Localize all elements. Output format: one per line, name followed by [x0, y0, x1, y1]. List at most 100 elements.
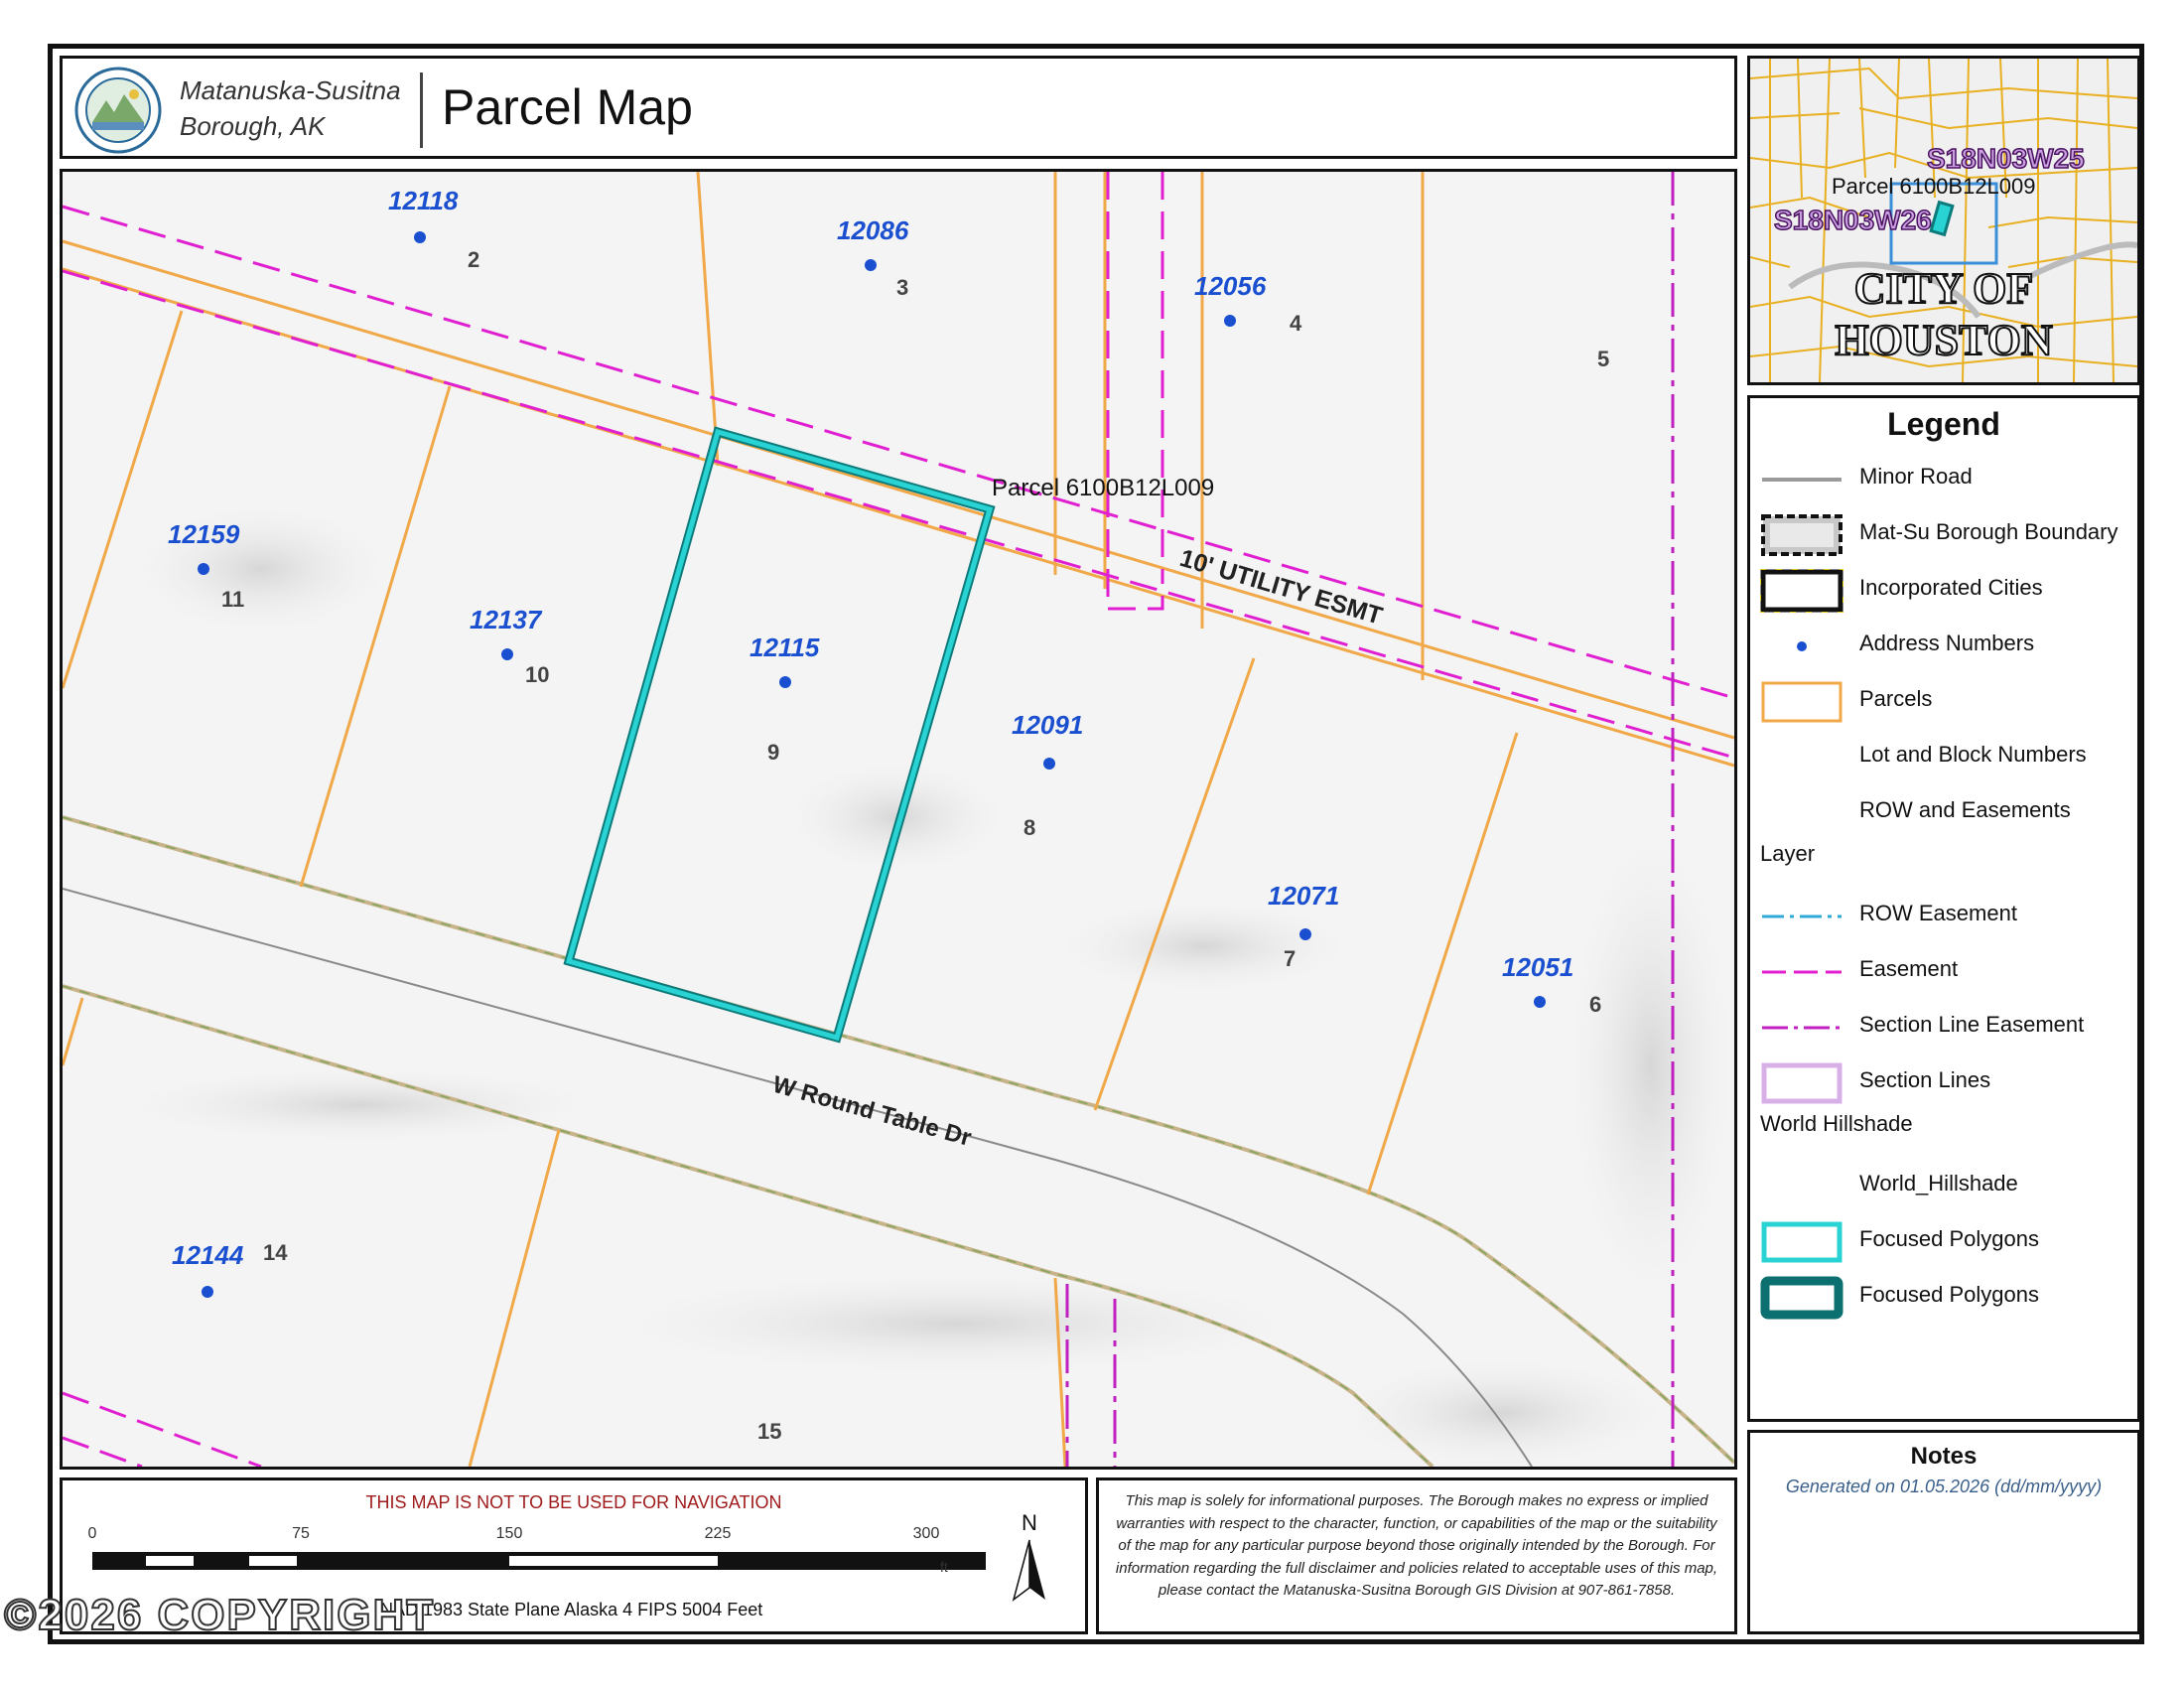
- address-label-12071: 12071: [1268, 881, 1339, 911]
- lot-label-9: 9: [767, 740, 779, 765]
- legend-label: Incorporated Cities: [1859, 575, 2043, 600]
- address-label-12091: 12091: [1012, 710, 1083, 740]
- address-dot-12144: [202, 1286, 213, 1298]
- address-dot-12051: [1534, 996, 1546, 1008]
- disclaimer-text: This map is solely for informational pur…: [1115, 1492, 1718, 1599]
- parcel-symbol: [1761, 681, 1843, 723]
- page-title: Parcel Map: [442, 79, 693, 135]
- scale-ticks: 0 75 150 225 300: [88, 1525, 940, 1542]
- legend-label: ROW Easement: [1859, 901, 2017, 925]
- address-dot-symbol: [1797, 641, 1807, 651]
- organization-name: Matanuska-Susitna Borough, AK: [180, 72, 418, 144]
- lot-label-15: 15: [757, 1419, 781, 1444]
- address-label-12144: 12144: [172, 1240, 244, 1270]
- legend-label: Parcels: [1859, 686, 1933, 711]
- scale-unit: ft: [940, 1559, 948, 1575]
- legend-item-row-easements: ROW and Easements: [1760, 787, 2133, 837]
- legend-item-row-easement: ROW Easement: [1760, 891, 2133, 940]
- address-dot-12137: [501, 648, 513, 660]
- legend-item-address-numbers: Address Numbers: [1760, 621, 2133, 670]
- legend-item-borough-boundary: Mat-Su Borough Boundary: [1760, 509, 2133, 559]
- address-label-12056: 12056: [1194, 271, 1267, 301]
- notes-title: Notes: [1910, 1443, 1978, 1470]
- inset-city-line-2: HOUSTON: [1835, 316, 2052, 364]
- title-divider: [420, 72, 423, 148]
- legend-item-section-line-easement: Section Line Easement: [1760, 1002, 2133, 1052]
- locator-inset: S18N03W25 S18N03W26 Parcel 6100B12L009 C…: [1747, 56, 2140, 385]
- legend-item-parcels: Parcels: [1760, 676, 2133, 726]
- lot-label-5: 5: [1597, 347, 1609, 371]
- legend-title: Legend: [1887, 406, 2000, 442]
- minor-road-symbol: [1762, 478, 1842, 482]
- focused-parcel-label: Parcel 6100B12L009: [992, 475, 1214, 501]
- legend-item-minor-road: Minor Road: [1760, 454, 2133, 503]
- address-label-12051: 12051: [1502, 952, 1573, 982]
- focused-polygon-cyan-symbol: [1761, 1221, 1843, 1263]
- legend-item-section-lines: Section Lines: [1760, 1057, 2133, 1107]
- legend-label: Focused Polygons: [1859, 1282, 2039, 1307]
- legend-label: Easement: [1859, 956, 1959, 981]
- lot-label-14: 14: [263, 1240, 288, 1265]
- legend-label: Lot and Block Numbers: [1859, 742, 2087, 767]
- lot-label-7: 7: [1284, 946, 1296, 971]
- address-dot-12091: [1043, 758, 1055, 770]
- address-dot-12118: [414, 231, 426, 243]
- scale-tick-75: 75: [292, 1525, 310, 1542]
- scale-tick-225: 225: [705, 1525, 732, 1542]
- lot-label-4: 4: [1290, 311, 1302, 336]
- legend-item-incorporated-cities: Incorporated Cities: [1760, 565, 2133, 615]
- legend-label: World_Hillshade: [1859, 1171, 2018, 1196]
- locator-map: S18N03W25 S18N03W26 Parcel 6100B12L009 C…: [1750, 59, 2137, 382]
- address-label-12115: 12115: [750, 633, 820, 662]
- borough-boundary-symbol: [1761, 514, 1843, 556]
- legend-item-world-hillshade: World_Hillshade: [1760, 1161, 2133, 1210]
- inset-section-a: S18N03W25: [1927, 143, 2085, 174]
- parcel-map[interactable]: 12118 12086 12056 12159 12137 12115 1209…: [63, 172, 1734, 1467]
- legend-group-hillshade: World Hillshade: [1760, 1111, 1913, 1136]
- generated-date: Generated on 01.05.2026 (dd/mm/yyyy): [1785, 1477, 2103, 1496]
- scale-tick-0: 0: [88, 1525, 97, 1542]
- scale-tick-300: 300: [913, 1525, 940, 1542]
- easement-symbol: [1762, 970, 1842, 974]
- legend-item-lot-block: Lot and Block Numbers: [1760, 732, 2133, 781]
- projection-label: NAD 1983 State Plane Alaska 4 FIPS 5004 …: [380, 1600, 763, 1619]
- legend-label: Section Lines: [1859, 1067, 1991, 1092]
- legend-label: Section Line Easement: [1859, 1012, 2085, 1037]
- legend-label: Address Numbers: [1859, 631, 2035, 655]
- lot-label-2: 2: [468, 247, 479, 272]
- legend-item-focused-cyan: Focused Polygons: [1760, 1216, 2133, 1266]
- scale-tick-150: 150: [496, 1525, 523, 1542]
- lot-label-8: 8: [1024, 815, 1035, 840]
- inset-section-b: S18N03W26: [1774, 205, 1932, 235]
- lot-label-3: 3: [896, 275, 908, 300]
- address-dot-12086: [865, 259, 877, 271]
- notes-panel: Notes Generated on 01.05.2026 (dd/mm/yyy…: [1747, 1430, 2140, 1634]
- borough-seal-logo: [74, 67, 162, 154]
- legend-label: Mat-Su Borough Boundary: [1859, 519, 2118, 544]
- legend-item-focused-teal: Focused Polygons: [1760, 1272, 2133, 1322]
- copyright-watermark: ©2026 COPYRIGHT: [3, 1590, 436, 1640]
- inset-city-line-1: CITY OF: [1854, 264, 2034, 313]
- legend-group-layer: Layer: [1760, 841, 1816, 866]
- address-label-12137: 12137: [470, 605, 543, 634]
- inset-parcel-label: Parcel 6100B12L009: [1832, 174, 2036, 199]
- section-lines-symbol: [1761, 1062, 1843, 1104]
- address-label-12159: 12159: [168, 519, 240, 549]
- address-label-12086: 12086: [837, 215, 909, 245]
- lot-label-6: 6: [1589, 992, 1601, 1017]
- org-line-1: Matanuska-Susitna: [180, 75, 401, 105]
- map-frame[interactable]: 12118 12086 12056 12159 12137 12115 1209…: [60, 169, 1737, 1470]
- row-easement-symbol: [1762, 914, 1842, 918]
- legend-item-easement: Easement: [1760, 946, 2133, 996]
- legend-label: ROW and Easements: [1859, 797, 2071, 822]
- org-line-2: Borough, AK: [180, 111, 326, 141]
- incorporated-cities-symbol: [1760, 569, 1843, 613]
- legend-label: Focused Polygons: [1859, 1226, 2039, 1251]
- north-label: N: [1022, 1510, 1037, 1535]
- address-dot-12159: [198, 563, 209, 575]
- address-dot-12071: [1299, 928, 1311, 940]
- disclaimer-panel: This map is solely for informational pur…: [1096, 1477, 1737, 1634]
- legend-label: Minor Road: [1859, 464, 1973, 489]
- address-dot-12056: [1224, 315, 1236, 327]
- address-dot-12115: [779, 676, 791, 688]
